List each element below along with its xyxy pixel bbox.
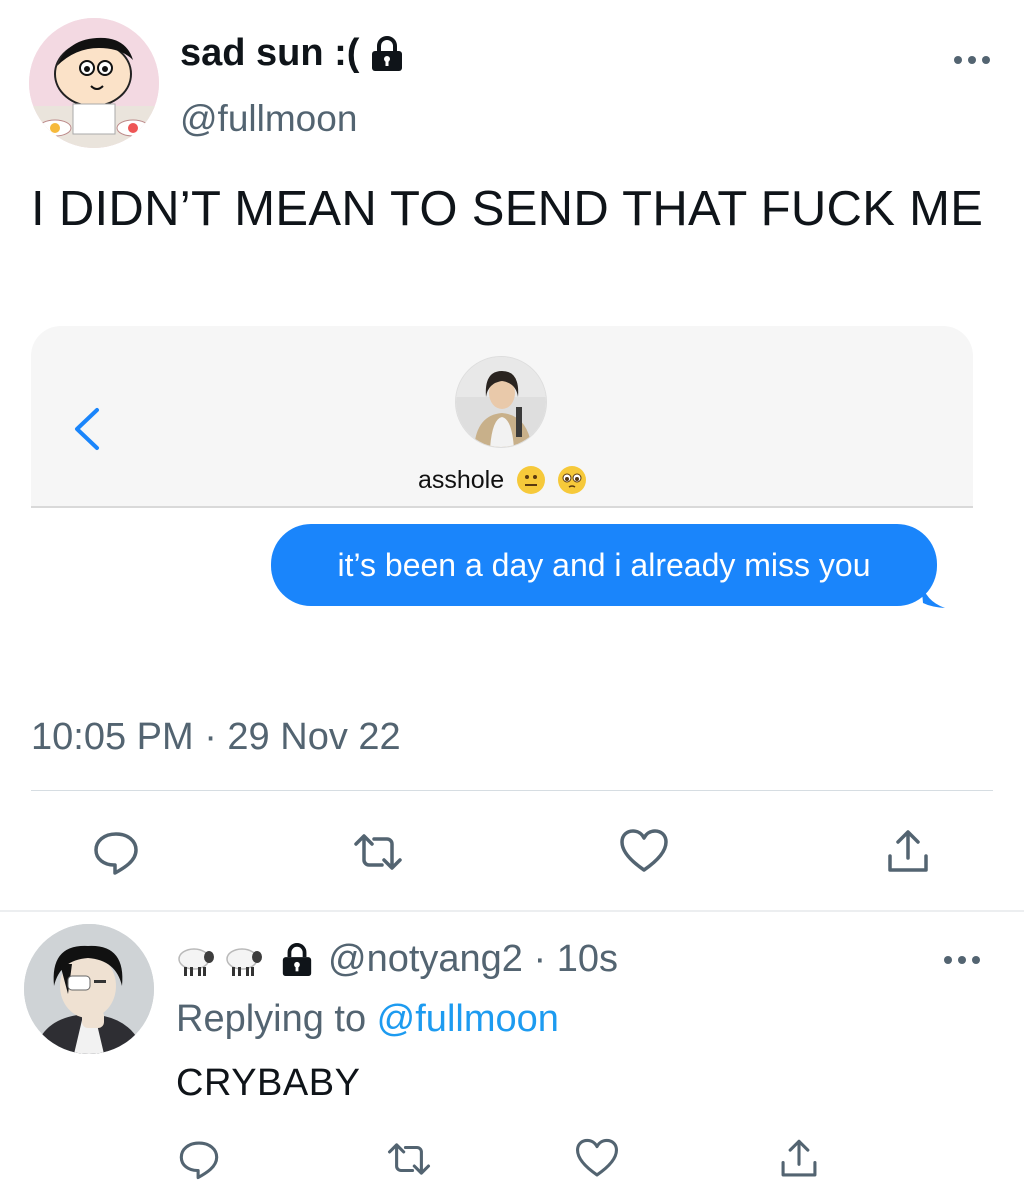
replying-to-label: Replying to — [176, 998, 377, 1040]
heart-icon[interactable] — [574, 1136, 620, 1182]
sheep-emoji-icon — [224, 941, 264, 979]
imessage-sent-bubble: it’s been a day and i already miss you — [271, 524, 937, 606]
replying-to-mention[interactable]: @fullmoon — [377, 998, 559, 1040]
retweet-icon[interactable] — [386, 1136, 432, 1182]
divider — [0, 910, 1024, 912]
chevron-left-icon — [67, 404, 107, 454]
reply-tweet-text: CRYBABY — [176, 1062, 361, 1104]
author-display-name[interactable]: sad sun :( — [180, 32, 405, 75]
author-name-text: sad sun :( — [180, 32, 360, 74]
contact-name: asshole — [31, 466, 973, 495]
author-avatar[interactable] — [29, 18, 159, 148]
replying-to-line: Replying to @fullmoon — [176, 998, 559, 1041]
lock-icon — [280, 942, 314, 978]
bubble-tail — [921, 581, 951, 609]
pleading-face-emoji-icon — [558, 466, 587, 494]
tweet-media-image[interactable]: asshole it’s been a day and i already mi… — [31, 326, 973, 701]
divider — [31, 790, 993, 791]
reply-handle-time[interactable]: @notyang2 · 10s — [328, 938, 618, 981]
reply-bubble-icon[interactable] — [90, 826, 142, 878]
contact-name-text: asshole — [417, 466, 505, 494]
retweet-icon[interactable] — [352, 826, 404, 878]
author-handle[interactable]: @fullmoon — [180, 98, 357, 140]
more-horizontal-icon[interactable] — [940, 950, 984, 970]
imessage-text: it’s been a day and i already miss you — [337, 546, 871, 583]
reply-header: @notyang2 · 10s — [176, 938, 618, 981]
contact-avatar — [455, 356, 547, 448]
sheep-emoji-icon — [176, 941, 216, 979]
share-upload-icon[interactable] — [776, 1136, 822, 1182]
reply-author-avatar[interactable] — [24, 924, 154, 1054]
more-horizontal-icon[interactable] — [950, 50, 994, 70]
lock-icon — [369, 35, 405, 73]
tweet-text: I DIDN’T MEAN TO SEND THAT FUCK ME — [31, 182, 984, 236]
heart-icon[interactable] — [618, 826, 670, 878]
tweet-timestamp[interactable]: 10:05 PM · 29 Nov 22 — [31, 716, 401, 759]
share-upload-icon[interactable] — [882, 826, 934, 878]
reply-bubble-icon[interactable] — [176, 1136, 222, 1182]
neutral-face-emoji-icon — [517, 466, 546, 494]
